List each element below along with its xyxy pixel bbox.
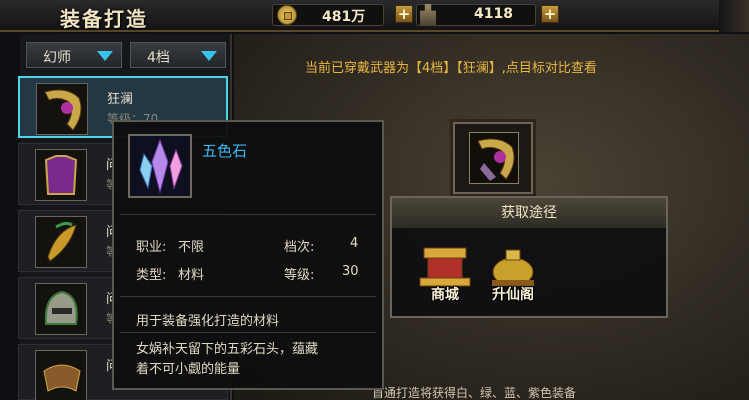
item-slot bbox=[36, 83, 88, 135]
tier-value: 4 bbox=[350, 236, 359, 251]
level-label: 等级: bbox=[284, 268, 315, 283]
treasure-bag-icon bbox=[492, 249, 534, 287]
item-slot bbox=[35, 149, 87, 201]
claw-weapon-icon bbox=[477, 138, 515, 181]
divider bbox=[120, 214, 376, 215]
type-value: 材料 bbox=[178, 268, 205, 283]
item-name: 狂澜 bbox=[107, 92, 134, 107]
divider bbox=[120, 296, 376, 297]
bracer-icon bbox=[43, 364, 81, 392]
tooltip-item-name: 五色石 bbox=[202, 142, 248, 160]
item-tooltip: 五色石 职业: 不限 档次: 4 类型: 材料 等级: 30 用于装备强化打造的… bbox=[112, 120, 384, 390]
feather-icon bbox=[47, 221, 77, 262]
item-slot bbox=[35, 216, 87, 268]
level-value: 30 bbox=[342, 264, 359, 279]
add-gold-button[interactable]: + bbox=[395, 5, 413, 23]
shop-icon bbox=[419, 247, 471, 287]
gold-coin-icon bbox=[277, 5, 297, 25]
acquire-source-title: 获取途径 bbox=[392, 198, 666, 228]
item-slot bbox=[35, 350, 87, 400]
tier-dropdown[interactable]: 4档 bbox=[130, 42, 226, 68]
forge-hint-text: 首通打造将获得白、绿、蓝、紫色装备 bbox=[372, 386, 577, 400]
type-label: 类型: bbox=[136, 268, 167, 283]
shop-label: 商城 bbox=[431, 287, 459, 303]
armor-icon bbox=[44, 155, 78, 195]
item-slot bbox=[35, 283, 87, 335]
tooltip-usage: 用于装备强化打造的材料 bbox=[136, 314, 280, 329]
page-title: 装备打造 bbox=[60, 7, 148, 31]
pavilion-label: 升仙阁 bbox=[492, 287, 534, 303]
current-weapon-slot[interactable] bbox=[453, 122, 533, 194]
tier-dropdown-label: 4档 bbox=[147, 50, 170, 66]
tier-label: 档次: bbox=[284, 240, 315, 255]
claw-weapon-icon bbox=[44, 89, 82, 131]
corner-ornament bbox=[719, 0, 749, 32]
tooltip-desc-line1: 女娲补天留下的五彩石头，蕴藏 bbox=[136, 342, 319, 357]
add-ingot-button[interactable]: + bbox=[541, 5, 559, 23]
weapon-slot-inner bbox=[469, 132, 519, 184]
helmet-icon bbox=[44, 290, 78, 325]
shop-source-button[interactable]: 商城 bbox=[410, 244, 480, 308]
pavilion-source-button[interactable]: 升仙阁 bbox=[478, 244, 548, 308]
class-dropdown[interactable]: 幻师 bbox=[26, 42, 122, 68]
acquire-source-panel: 获取途径 商城 升仙阁 bbox=[390, 196, 668, 318]
gold-value: 481万 bbox=[322, 9, 366, 25]
chevron-down-icon bbox=[97, 51, 113, 61]
divider bbox=[120, 332, 376, 333]
class-dropdown-label: 幻师 bbox=[43, 50, 71, 66]
current-weapon-notice: 当前已穿戴武器为【4档】【狂澜】,点目标对比查看 bbox=[305, 61, 597, 76]
tooltip-desc-line2: 着不可小觑的能量 bbox=[136, 362, 241, 377]
chevron-down-icon bbox=[201, 51, 217, 61]
ingot-value: 4118 bbox=[474, 6, 513, 22]
top-bar: 装备打造 481万 + 4118 + bbox=[0, 0, 749, 32]
tooltip-item-slot bbox=[128, 134, 192, 198]
crystal-icon bbox=[139, 138, 183, 194]
job-label: 职业: bbox=[136, 240, 167, 255]
job-value: 不限 bbox=[178, 240, 205, 255]
